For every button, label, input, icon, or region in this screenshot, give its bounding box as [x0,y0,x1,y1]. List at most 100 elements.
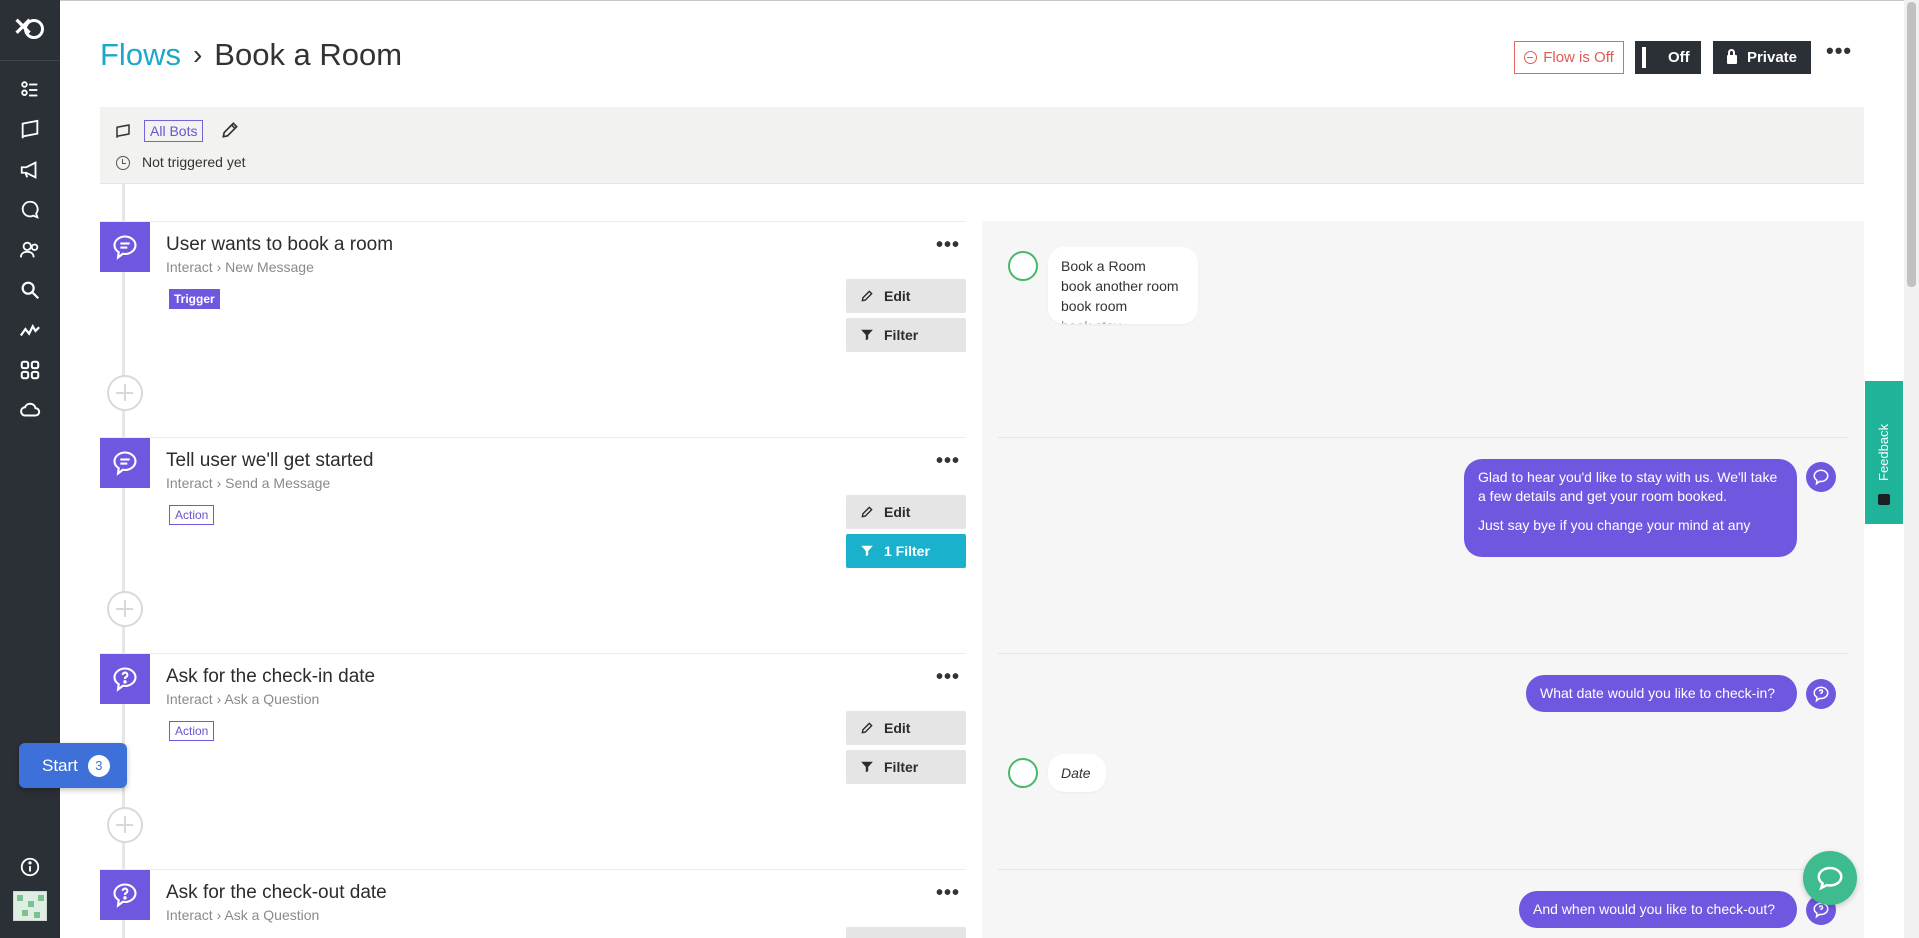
bot-message: Glad to hear you'd like to stay with us.… [1478,469,1778,504]
top-border [60,0,1919,1]
user-avatar-circle [1008,758,1038,788]
edit-button[interactable]: Edit [846,279,966,313]
users-icon[interactable] [18,238,42,262]
bot-message: And when would you like to check-out? [1533,901,1776,917]
avatar-pixel [17,895,23,901]
step-card: Tell user we'll get started Interact › S… [100,437,966,653]
step-type: Send a Message [225,475,331,491]
step-type: Ask a Question [224,691,320,707]
breadcrumb: Flows › Book a Room [100,37,402,73]
step-subtitle: Interact › Ask a Question [166,907,319,923]
search-icon[interactable] [18,278,42,302]
step-type: New Message [225,259,314,275]
user-date-bubble: Date [1048,754,1106,792]
lock-icon [1726,49,1737,64]
clock-icon [116,156,130,170]
sidebar: ✕ [0,0,60,938]
step-title[interactable]: Tell user we'll get started [166,450,373,472]
scrollbar-thumb[interactable] [1907,2,1916,287]
message-icon [100,438,150,488]
start-button[interactable]: Start 3 [19,743,127,788]
apps-icon[interactable] [18,358,42,382]
page-scrollbar[interactable] [1904,0,1919,938]
logo[interactable]: ✕ [13,14,46,44]
feedback-tab[interactable]: Feedback [1865,381,1903,524]
user-phrase: book another room [1061,278,1179,294]
edit-button[interactable]: Edit [846,495,966,529]
user-avatar-circle [1008,251,1038,281]
tasks-icon[interactable] [18,78,42,102]
megaphone-icon[interactable] [18,158,42,182]
flow-toggle[interactable]: Off [1635,41,1701,74]
action-tag: Action [169,505,215,525]
filter-label: Filter [884,759,919,775]
step-category: Interact [166,259,213,275]
chat-launcher-button[interactable] [1803,851,1857,905]
pencil-icon[interactable] [220,120,240,140]
filter-label: 1 Filter [884,543,930,559]
step-category: Interact [166,691,213,707]
step-more-button[interactable]: ••• [936,235,960,255]
filter-button[interactable]: 1 Filter [846,534,966,568]
start-label: Start [42,755,78,775]
preview-divider [998,653,1848,654]
question-icon [100,870,150,920]
flag-icon [114,122,132,140]
add-step-button[interactable] [107,375,143,411]
step-title[interactable]: User wants to book a room [166,234,393,256]
bots-tag[interactable]: All Bots [144,120,204,142]
breadcrumb-separator: › [192,39,203,70]
more-options-button[interactable]: ••• [1826,40,1851,69]
flow-info-bar: All Bots Not triggered yet [100,107,1864,184]
edit-button[interactable] [846,927,966,938]
bot-question-icon [1806,679,1836,709]
trigger-tag: Trigger [169,289,220,309]
question-icon [100,654,150,704]
feedback-label: Feedback [1876,423,1891,481]
privacy-button[interactable]: Private [1713,41,1811,74]
add-step-button[interactable] [107,807,143,843]
step-subtitle: Interact › Ask a Question [166,691,319,707]
breadcrumb-flows-link[interactable]: Flows [100,37,181,73]
pencil-icon [861,290,873,302]
step-more-button[interactable]: ••• [936,667,960,687]
step-arrow: › [216,475,222,491]
step-subtitle: Interact › New Message [166,259,314,275]
edit-label: Edit [884,504,911,520]
filter-button[interactable]: Filter [846,750,966,784]
step-card: Ask for the check-in date Interact › Ask… [100,653,966,869]
filter-label: Filter [884,327,919,343]
add-step-button[interactable] [107,591,143,627]
step-arrow: › [216,907,222,923]
step-more-button[interactable]: ••• [936,883,960,903]
step-more-button[interactable]: ••• [936,451,960,471]
edit-label: Edit [884,288,911,304]
feedback-icon [1878,494,1890,505]
step-title[interactable]: Ask for the check-in date [166,666,375,688]
pencil-icon [861,506,873,518]
app-root: ✕ Flows › Book a Room Flow is Off Off Pr… [0,0,1919,938]
avatar[interactable] [13,891,47,921]
message-icon [100,222,150,272]
flow-status-badge[interactable]: Flow is Off [1514,41,1624,74]
bot-bubble: And when would you like to check-out? [1519,891,1797,928]
user-phrase: Book a Room [1061,258,1146,274]
sidebar-divider [0,60,60,61]
chat-icon[interactable] [18,198,42,222]
filter-button[interactable]: Filter [846,318,966,352]
analytics-icon[interactable] [18,318,42,342]
flow-status-label: Flow is Off [1543,49,1614,66]
bot-bubble: What date would you like to check-in? [1526,675,1797,712]
cloud-icon[interactable] [18,398,42,422]
step-subtitle: Interact › Send a Message [166,475,330,491]
info-icon[interactable] [18,855,42,879]
step-arrow: › [216,691,222,707]
action-tag: Action [169,721,215,741]
start-count-badge: 3 [87,754,110,777]
step-arrow: › [216,259,222,275]
flag-icon[interactable] [18,118,42,142]
bot-message: Just say bye if you change your mind at … [1478,517,1751,533]
edit-button[interactable]: Edit [846,711,966,745]
filter-icon [861,545,873,557]
step-title[interactable]: Ask for the check-out date [166,882,387,904]
